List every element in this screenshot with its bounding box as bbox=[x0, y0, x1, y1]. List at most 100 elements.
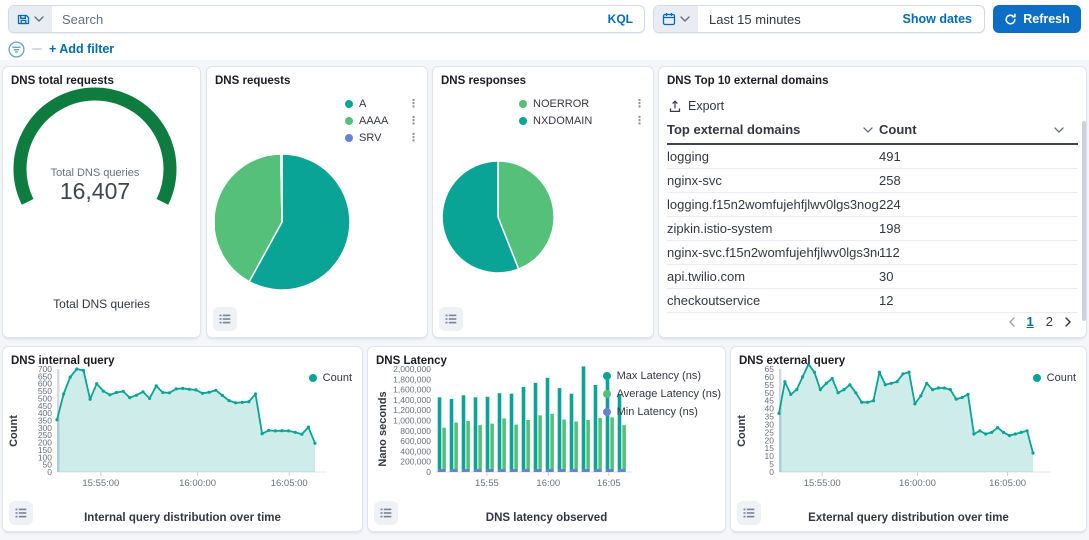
search-input[interactable] bbox=[52, 6, 597, 32]
dns-latency-bar-chart[interactable]: 0200,000400,000600,000800,0001,000,0001,… bbox=[382, 364, 634, 502]
legend-toggle-button[interactable] bbox=[374, 501, 398, 525]
dns-internal-query-area-chart[interactable]: 0501001502002503003504004505005506006507… bbox=[13, 364, 329, 502]
svg-text:1,800,000: 1,800,000 bbox=[393, 374, 431, 384]
legend-color-dot bbox=[345, 134, 353, 142]
list-icon bbox=[743, 507, 755, 519]
legend-actions-icon[interactable]: ⋮ bbox=[398, 97, 419, 110]
cell-domain: logging.f15n2womfujehfjlwv0lgs3nog.... bbox=[667, 197, 879, 212]
svg-text:16:00:00: 16:00:00 bbox=[899, 478, 936, 489]
legend-color-dot bbox=[345, 117, 353, 125]
panel-title: DNS total requests bbox=[11, 75, 192, 87]
legend-item[interactable]: SRV⋮ bbox=[345, 129, 419, 146]
legend-label: A bbox=[359, 98, 366, 110]
legend-item[interactable]: NXDOMAIN⋮ bbox=[519, 112, 645, 129]
svg-text:1,600,000: 1,600,000 bbox=[393, 385, 431, 395]
column-header-count[interactable]: Count bbox=[879, 122, 1078, 137]
dns-responses-pie-chart[interactable] bbox=[441, 147, 571, 287]
page-number-2[interactable]: 2 bbox=[1046, 314, 1053, 329]
filter-bar-divider bbox=[32, 48, 42, 50]
legend-toggle-button[interactable] bbox=[213, 307, 237, 331]
legend-item[interactable]: Max Latency (ns) bbox=[603, 367, 721, 385]
refresh-label: Refresh bbox=[1023, 12, 1070, 26]
column-header-domains[interactable]: Top external domains bbox=[667, 122, 879, 137]
previous-page-icon[interactable] bbox=[1008, 317, 1015, 327]
time-picker-calendar-button[interactable] bbox=[654, 6, 698, 32]
legend-label: Max Latency (ns) bbox=[617, 370, 701, 382]
panel-dns-latency: DNS Latency Nano seconds 0200,000400,000… bbox=[367, 346, 726, 532]
dns-external-query-area-chart[interactable]: 0510152025303540455055606515:55:0016:00:… bbox=[741, 364, 1053, 502]
legend-dns-responses: NOERROR⋮NXDOMAIN⋮ bbox=[519, 95, 645, 129]
legend-item[interactable]: Count bbox=[309, 369, 352, 387]
dashboard-grid: DNS total requests Total DNS queries16,4… bbox=[0, 60, 1089, 540]
list-icon bbox=[380, 507, 392, 519]
table-body: logging491nginx-svc258logging.f15n2womfu… bbox=[667, 145, 1078, 313]
legend-color-dot bbox=[345, 100, 353, 108]
time-range-value[interactable]: Last 15 minutes bbox=[698, 6, 903, 32]
page-numbers: 12 bbox=[1027, 314, 1053, 329]
dns-requests-pie-chart[interactable] bbox=[215, 145, 365, 295]
legend-actions-icon[interactable]: ⋮ bbox=[398, 114, 419, 127]
legend-actions-icon[interactable]: ⋮ bbox=[624, 97, 645, 110]
add-filter-button[interactable]: + Add filter bbox=[49, 42, 114, 56]
x-axis-title: External query distribution over time bbox=[731, 512, 1086, 524]
search-bar[interactable]: KQL bbox=[8, 5, 645, 33]
legend-label: Average Latency (ns) bbox=[617, 388, 721, 400]
kql-language-button[interactable]: KQL bbox=[597, 12, 644, 26]
legend-actions-icon[interactable]: ⋮ bbox=[624, 114, 645, 127]
cell-count: 12 bbox=[879, 293, 1078, 308]
legend-actions-icon[interactable]: ⋮ bbox=[398, 131, 419, 144]
save-icon bbox=[17, 13, 30, 26]
cell-domain: nginx-svc bbox=[667, 173, 879, 188]
cell-count: 198 bbox=[879, 221, 1078, 236]
legend-toggle-button[interactable] bbox=[737, 501, 761, 525]
calendar-icon bbox=[662, 12, 676, 26]
cell-domain: api.twilio.com bbox=[667, 269, 879, 284]
legend-external-query: Count bbox=[1033, 369, 1076, 387]
list-icon bbox=[15, 507, 27, 519]
legend-item[interactable]: AAAA ⋮ bbox=[345, 112, 419, 129]
legend-item[interactable]: A⋮ bbox=[345, 95, 419, 112]
show-dates-button[interactable]: Show dates bbox=[903, 6, 984, 32]
refresh-icon bbox=[1004, 13, 1017, 26]
export-button[interactable]: Export bbox=[669, 99, 1078, 113]
panel-dns-responses: DNS responses NOERROR⋮NXDOMAIN⋮ bbox=[432, 66, 654, 338]
table-row: zipkin.istio-system198 bbox=[667, 217, 1078, 241]
legend-label: AAAA bbox=[359, 115, 388, 127]
cell-count: 30 bbox=[879, 269, 1078, 284]
time-picker[interactable]: Last 15 minutes Show dates bbox=[653, 5, 985, 33]
chevron-down-icon bbox=[1054, 127, 1064, 133]
filter-icon[interactable] bbox=[8, 41, 25, 58]
legend-toggle-button[interactable] bbox=[9, 501, 33, 525]
svg-text:65: 65 bbox=[765, 364, 775, 374]
svg-text:15:55: 15:55 bbox=[475, 478, 499, 489]
svg-text:400,000: 400,000 bbox=[400, 446, 431, 456]
saved-query-menu-button[interactable] bbox=[9, 6, 52, 32]
svg-text:16:05: 16:05 bbox=[597, 478, 621, 489]
legend-color-dot bbox=[1033, 374, 1041, 382]
legend-item[interactable]: Min Latency (ns) bbox=[603, 403, 721, 421]
svg-text:15:55:00: 15:55:00 bbox=[804, 478, 841, 489]
legend-label: NOERROR bbox=[533, 98, 589, 110]
next-page-icon[interactable] bbox=[1065, 317, 1072, 327]
domains-table: Top external domains Count logging491ngi… bbox=[667, 117, 1078, 313]
legend-item[interactable]: Average Latency (ns) bbox=[603, 385, 721, 403]
table-scrollbar[interactable] bbox=[1082, 121, 1086, 321]
legend-item[interactable]: NOERROR ⋮ bbox=[519, 95, 645, 112]
query-bar: KQL Last 15 minutes Show dates Refresh bbox=[0, 0, 1089, 34]
cell-count: 258 bbox=[879, 173, 1078, 188]
legend-item[interactable]: Count bbox=[1033, 369, 1076, 387]
svg-text:16:05:00: 16:05:00 bbox=[989, 478, 1026, 489]
legend-internal-query: Count bbox=[309, 369, 352, 387]
svg-text:16:05:00: 16:05:00 bbox=[271, 478, 308, 489]
table-pagination: 12 bbox=[1008, 314, 1072, 329]
legend-toggle-button[interactable] bbox=[439, 307, 463, 331]
svg-text:16:00: 16:00 bbox=[536, 478, 560, 489]
svg-text:2,000,000: 2,000,000 bbox=[393, 364, 431, 374]
page-number-1[interactable]: 1 bbox=[1027, 314, 1034, 329]
legend-label: Count bbox=[323, 372, 352, 384]
refresh-button[interactable]: Refresh bbox=[993, 5, 1081, 33]
legend-color-dot bbox=[519, 117, 527, 125]
dns-total-requests-gauge-chart[interactable]: Total DNS queries16,407 bbox=[3, 87, 185, 237]
legend-color-dot bbox=[603, 408, 611, 416]
svg-text:1,400,000: 1,400,000 bbox=[393, 395, 431, 405]
